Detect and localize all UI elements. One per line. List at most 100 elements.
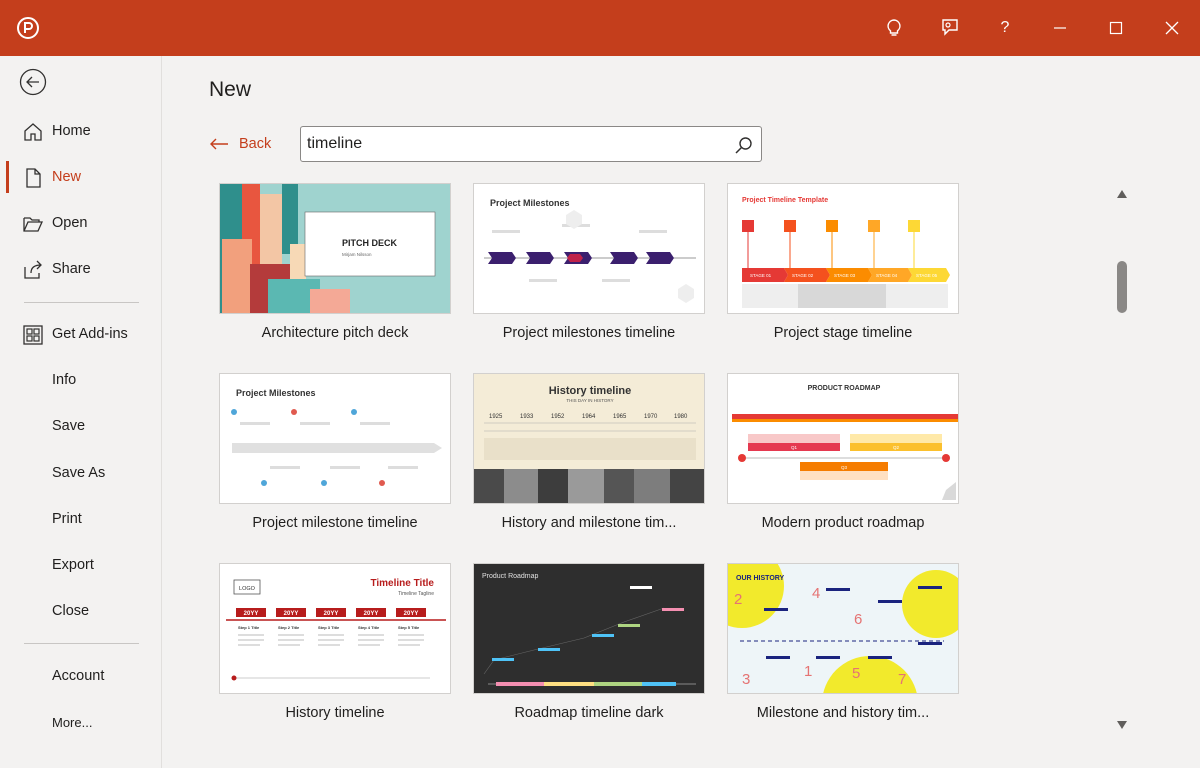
thumb-year: 20YY [244, 611, 259, 617]
sidebar-item-more[interactable]: More... [0, 702, 161, 742]
thumb-number: 4 [812, 585, 820, 602]
thumb-stage: STAGE 01 [750, 273, 772, 278]
thumb-stage: STAGE 04 [876, 273, 898, 278]
thumb-year: 1980 [674, 414, 688, 420]
sidebar-item-home[interactable]: Home [0, 111, 161, 151]
home-icon [24, 123, 42, 141]
sidebar-item-close[interactable]: Close [0, 591, 161, 631]
thumb-year: 1933 [520, 414, 534, 420]
new-document-icon [26, 168, 41, 188]
template-thumbnail: PRODUCT ROADMAP Q1 Q2 Q3 [727, 373, 959, 504]
search-icon[interactable] [734, 135, 754, 155]
sidebar-item-get-add-ins[interactable]: Get Add-ins [0, 314, 161, 354]
back-label: Back [239, 136, 272, 152]
thumb-subtitle: THIS DAY IN HISTORY [566, 398, 613, 403]
scroll-down-arrow-icon[interactable] [1116, 717, 1128, 729]
sidebar-item-label: Account [52, 668, 105, 684]
template-thumbnail: Project Milestones [473, 183, 705, 314]
sidebar-item-account[interactable]: Account [0, 656, 161, 696]
sidebar-item-export[interactable]: Export [0, 545, 161, 585]
sidebar-item-print[interactable]: Print [0, 499, 161, 539]
template-thumbnail: Project Milestones [219, 373, 451, 504]
maximize-icon[interactable] [1102, 14, 1130, 42]
thumb-quarter: Q1 [791, 445, 798, 450]
template-card-architecture-pitch-deck[interactable]: PITCH DECK Mirjam Nilsson Architecture p… [219, 183, 451, 341]
sidebar-item-label: New [52, 169, 82, 185]
scroll-up-arrow-icon[interactable] [1116, 186, 1128, 198]
thumb-quarter: Q3 [841, 465, 848, 470]
sidebar-item-save[interactable]: Save [0, 406, 161, 446]
template-card-milestone-and-history-timeline[interactable]: OUR HISTORY 2 3 4 1 6 5 7 Milestone and … [727, 563, 959, 721]
template-name: Roadmap timeline dark [514, 705, 664, 721]
folder-open-icon [23, 217, 44, 232]
template-card-modern-product-roadmap[interactable]: PRODUCT ROADMAP Q1 Q2 Q3 Modern product … [727, 373, 959, 531]
thumb-number: 3 [742, 671, 750, 688]
sidebar-item-open[interactable]: Open [0, 203, 161, 243]
template-thumbnail: LOGO Timeline Title Timeline Tagline 20Y… [219, 563, 451, 694]
sidebar-item-new[interactable]: New [0, 157, 161, 197]
template-search-box[interactable] [300, 126, 762, 162]
sidebar-item-label: Share [52, 261, 91, 277]
template-card-history-timeline[interactable]: LOGO Timeline Title Timeline Tagline 20Y… [219, 563, 451, 721]
template-name: History and milestone tim... [501, 515, 677, 531]
template-card-project-stage-timeline[interactable]: Project Timeline Template STAGE 01 STAGE… [727, 183, 959, 341]
sidebar-item-share[interactable]: Share [0, 249, 161, 289]
sidebar-item-label: Export [52, 557, 94, 573]
sidebar-item-label: Info [52, 372, 77, 388]
thumb-year: 20YY [404, 611, 419, 617]
thumb-title: Timeline Title [370, 578, 434, 589]
sidebar-item-info[interactable]: Info [0, 360, 161, 400]
thumb-year: 20YY [324, 611, 339, 617]
template-name: History timeline [285, 705, 385, 721]
sidebar-divider [24, 302, 139, 303]
thumb-quarter: Q2 [893, 445, 900, 450]
scrollbar-thumb[interactable] [1117, 261, 1127, 314]
template-thumbnail: OUR HISTORY 2 3 4 1 6 5 7 [727, 563, 959, 694]
templates-scrollbar[interactable] [1112, 182, 1132, 729]
thumb-number: 5 [852, 665, 860, 682]
template-card-history-and-milestone-timeline[interactable]: History timeline THIS DAY IN HISTORY 192… [473, 373, 705, 531]
back-link[interactable]: Back [209, 132, 271, 156]
close-icon[interactable] [1158, 14, 1186, 42]
minimize-icon[interactable] [1046, 14, 1074, 42]
template-name: Modern product roadmap [761, 515, 925, 531]
thumb-step: Step 4 Title [358, 625, 380, 630]
template-card-roadmap-timeline-dark[interactable]: Product Roadmap Roadmap timeline dark [473, 563, 705, 721]
template-name: Project milestone timeline [252, 515, 418, 531]
help-icon[interactable]: ? [991, 14, 1019, 42]
sidebar-divider [24, 643, 139, 644]
template-name: Milestone and history tim... [756, 705, 930, 721]
template-card-project-milestone-timeline[interactable]: Project Milestones Project milestone tim… [219, 373, 451, 531]
thumb-year: 1970 [644, 414, 658, 420]
template-card-project-milestones-timeline[interactable]: Project Milestones Project milestones ti… [473, 183, 705, 341]
lightbulb-icon[interactable] [880, 14, 908, 42]
sidebar-item-label: Print [52, 511, 82, 527]
thumb-step: Step 3 Title [318, 625, 340, 630]
new-presentation-pane: New Back PITCH DECK Mirjam Nilsso [162, 56, 1200, 768]
thumb-step: Step 1 Title [238, 625, 260, 630]
thumb-year: 1965 [613, 414, 627, 420]
sidebar-item-label: Save [52, 418, 86, 434]
powerpoint-logo-icon [16, 16, 40, 40]
thumb-year: 20YY [284, 611, 299, 617]
thumb-stage: STAGE 05 [916, 273, 938, 278]
backstage-sidebar: Home New Open Share Get Add-ins Info Sav… [0, 56, 162, 768]
sidebar-item-label: Open [52, 215, 88, 231]
template-name: Architecture pitch deck [261, 325, 409, 341]
template-thumbnail: PITCH DECK Mirjam Nilsson [219, 183, 451, 314]
thumb-title: PITCH DECK [342, 238, 398, 248]
thumb-step: Step 2 Title [278, 625, 300, 630]
feedback-icon[interactable] [936, 14, 964, 42]
thumb-logo-label: LOGO [239, 586, 256, 592]
left-arrow-icon [210, 138, 228, 150]
thumb-number: 2 [734, 591, 742, 608]
thumb-title: Project Milestones [490, 198, 570, 208]
template-search-input[interactable] [307, 127, 727, 161]
thumb-year: 1952 [551, 414, 565, 420]
sidebar-item-save-as[interactable]: Save As [0, 453, 161, 493]
thumb-number: 7 [898, 671, 906, 688]
thumb-subtitle: Timeline Tagline [398, 591, 434, 597]
help-label: ? [1000, 19, 1010, 36]
share-icon [24, 260, 42, 279]
back-arrow-icon[interactable] [19, 68, 47, 96]
